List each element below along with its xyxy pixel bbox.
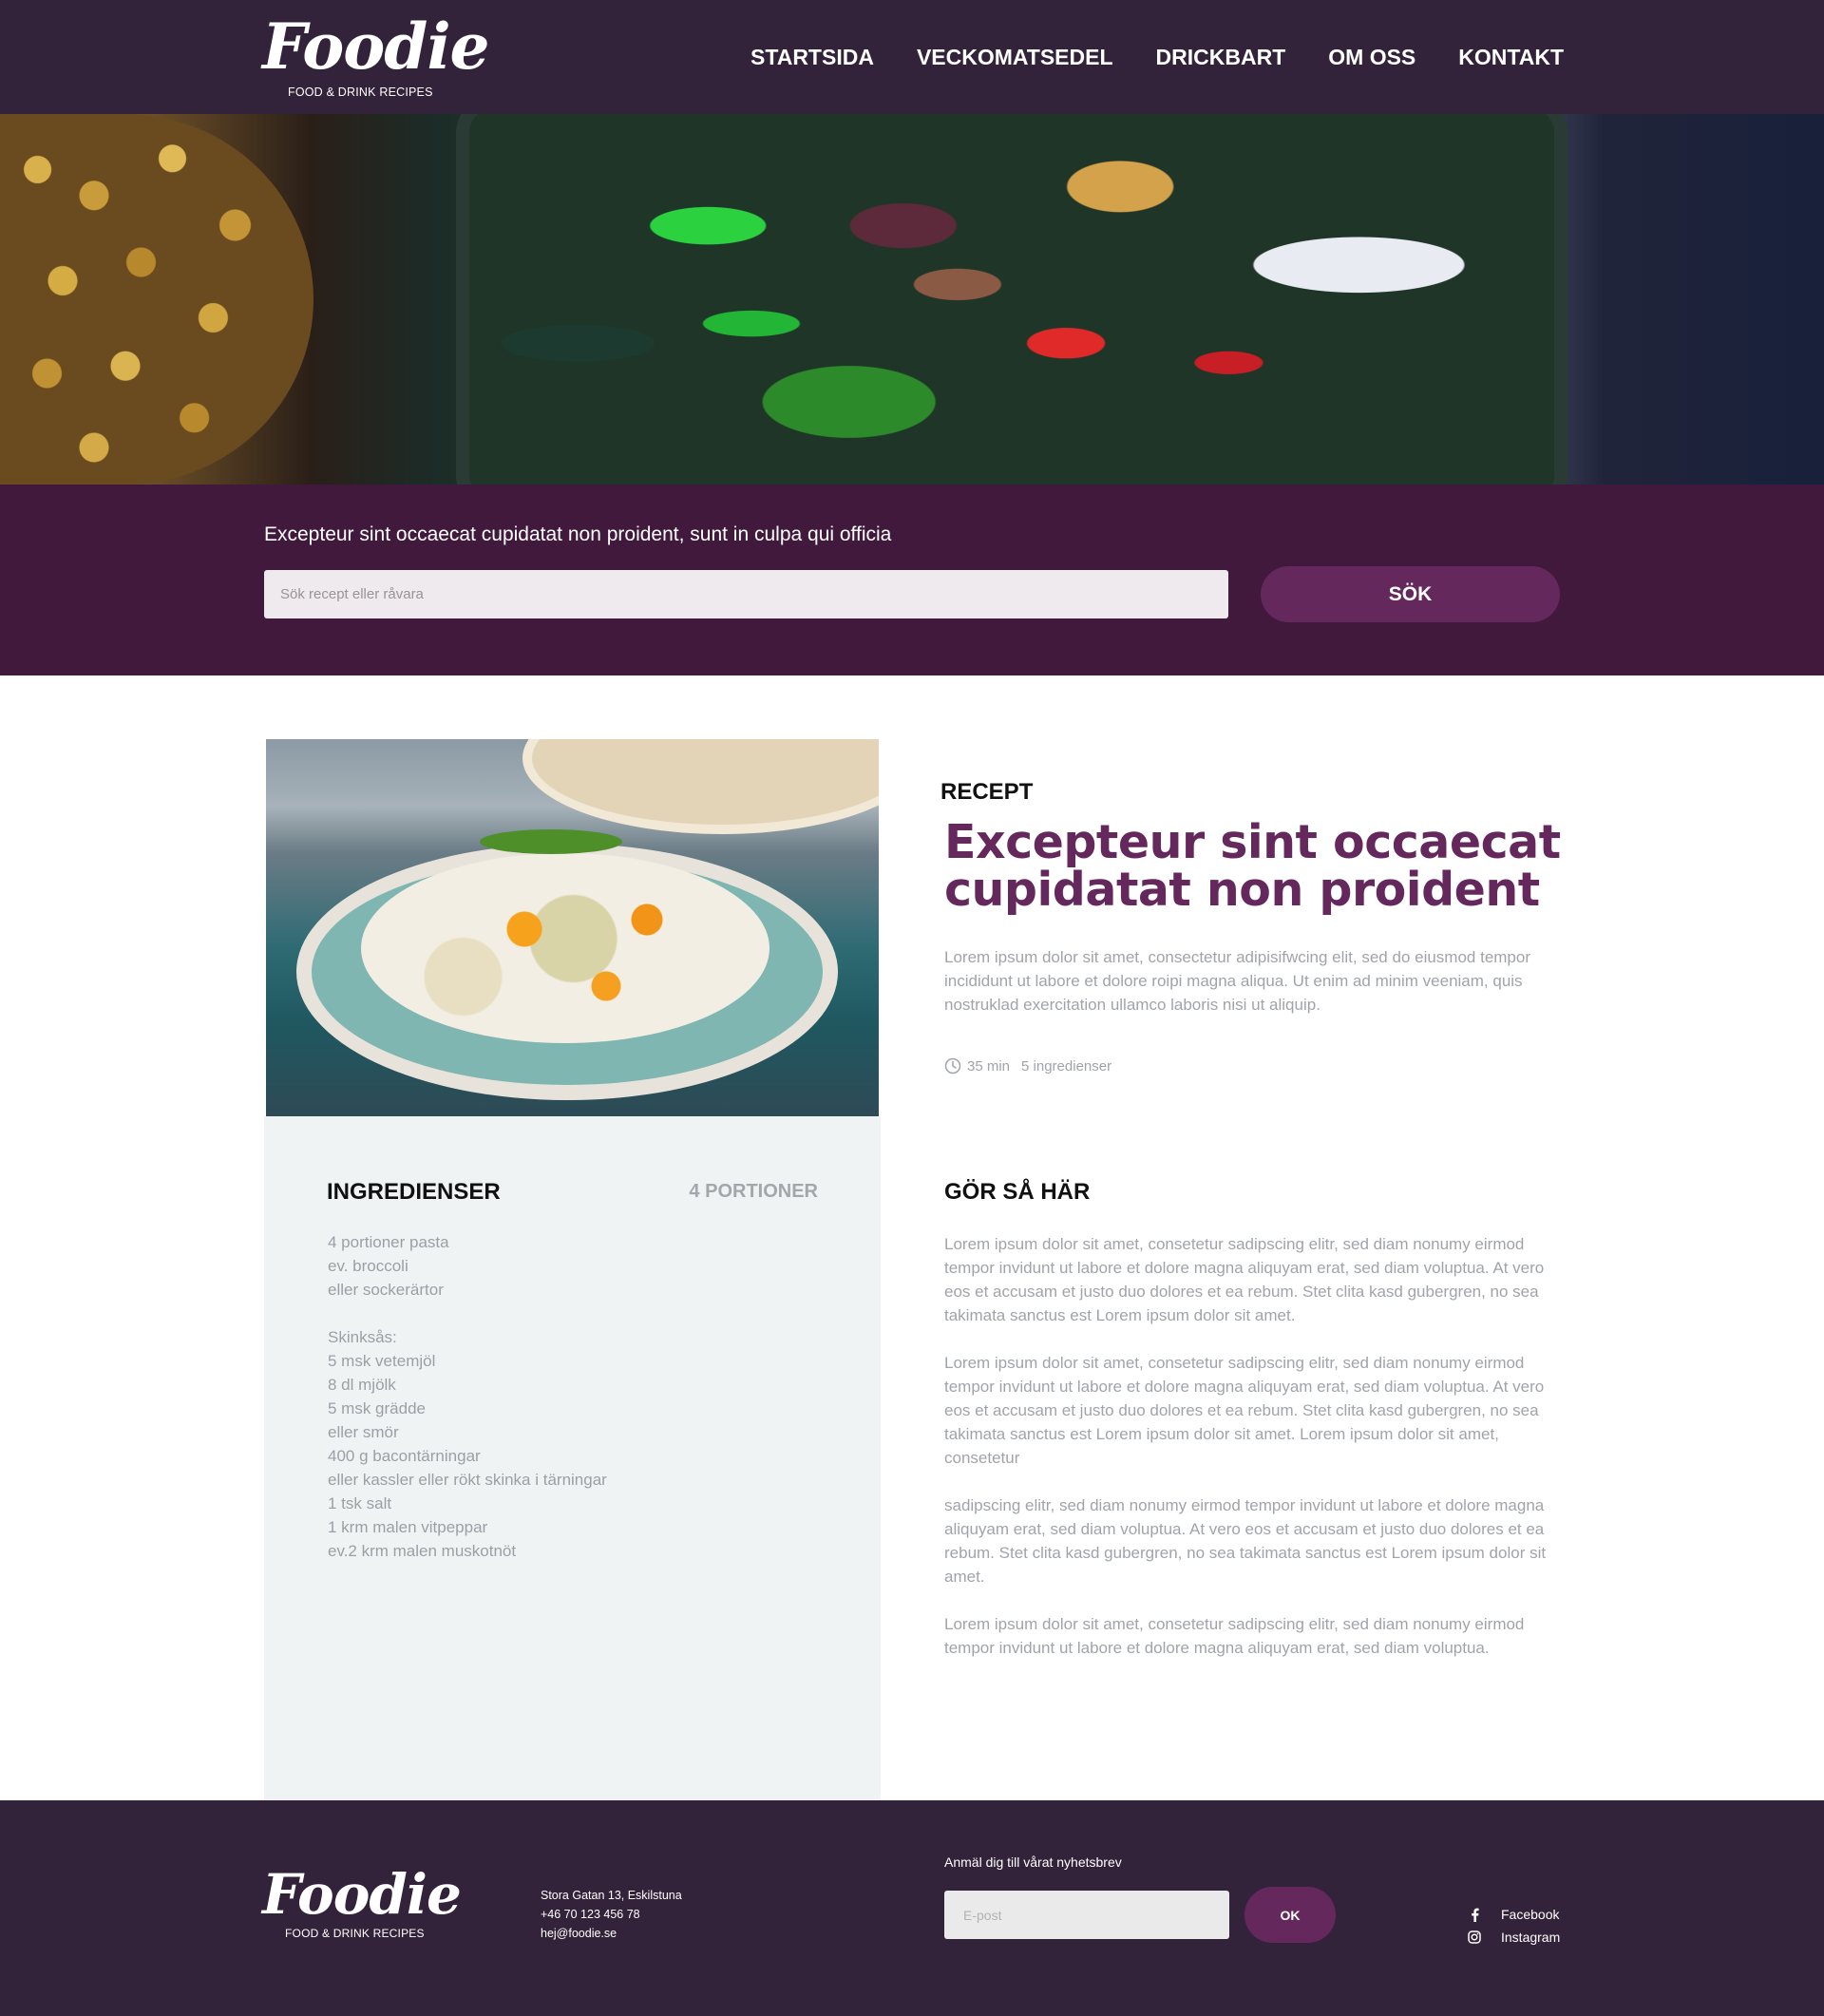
newsletter-submit-button[interactable]: OK (1244, 1887, 1336, 1943)
ingredient-item: ev.2 krm malen muskotnöt (328, 1542, 517, 1560)
ingredient-item: 1 tsk salt (328, 1494, 392, 1512)
search-tagline: Excepteur sint occaecat cupidatat non pr… (264, 523, 892, 545)
nav-item-drickbart[interactable]: DRICKBART (1156, 45, 1286, 70)
site-footer: Foodie FOOD & DRINK RECIPES Stora Gatan … (0, 1800, 1824, 2016)
photo-risotto (361, 853, 770, 1043)
ingredients-title: INGREDIENSER (327, 1179, 501, 1205)
hero-image (0, 114, 1824, 485)
recipe-description: Lorem ipsum dolor sit amet, consectetur … (944, 948, 1531, 1014)
ingredients-panel: INGREDIENSER 4 PORTIONER 4 portioner pas… (264, 1116, 881, 1800)
site-header: Foodie FOOD & DRINK RECIPES STARTSIDA VE… (0, 0, 1824, 114)
hero-salad-bowl (456, 114, 1568, 485)
social-link-facebook[interactable]: Facebook (1465, 1903, 1560, 1926)
logo-wordmark: Foodie (262, 10, 490, 84)
footer-logo-tagline: FOOD & DRINK RECIPES (285, 1927, 425, 1940)
step-paragraph: Lorem ipsum dolor sit amet, consetetur s… (944, 1235, 1545, 1324)
nav-item-startsida[interactable]: STARTSIDA (750, 45, 874, 70)
ingredients-portions: 4 PORTIONER (689, 1181, 818, 1202)
search-button[interactable]: SÖK (1261, 566, 1560, 622)
ingredient-item: 4 portioner pasta (328, 1233, 449, 1251)
step-paragraph: Lorem ipsum dolor sit amet, consetetur s… (944, 1354, 1545, 1467)
ingredient-subheading: Skinksås: (328, 1328, 397, 1346)
instagram-icon (1465, 1930, 1484, 1944)
photo-background-bowl (522, 739, 879, 834)
clock-icon (944, 1057, 961, 1075)
nav-item-om-oss[interactable]: OM OSS (1328, 45, 1416, 70)
step-paragraph: sadipscing elitr, sed diam nonumy eirmod… (944, 1496, 1547, 1586)
steps-title: GÖR SÅ HÄR (944, 1179, 1091, 1205)
ingredient-item: 8 dl mjölk (328, 1376, 396, 1394)
footer-address: Stora Gatan 13, Eskilstuna (541, 1889, 682, 1902)
footer-logo-wordmark: Foodie (262, 1862, 462, 1927)
nav-item-kontakt[interactable]: KONTAKT (1458, 45, 1564, 70)
step-paragraph: Lorem ipsum dolor sit amet, consetetur s… (944, 1615, 1525, 1657)
footer-phone: +46 70 123 456 78 (541, 1908, 640, 1921)
steps-body: Lorem ipsum dolor sit amet, consetetur s… (944, 1232, 1552, 1683)
footer-email[interactable]: hej@foodie.se (541, 1924, 682, 1943)
search-section: Excepteur sint occaecat cupidatat non pr… (0, 485, 1824, 675)
recipe-title: Excepteur sint occaecat cupidatat non pr… (944, 815, 1561, 917)
recipe-label: RECEPT (940, 779, 1034, 805)
social-label-facebook: Facebook (1501, 1907, 1560, 1922)
recipe-ingredient-count: 5 ingredienser (1021, 1057, 1112, 1075)
ingredient-item: ev. broccoli (328, 1257, 408, 1275)
search-input[interactable] (264, 570, 1228, 618)
facebook-icon (1465, 1908, 1484, 1922)
nav-item-veckomatsedel[interactable]: VECKOMATSEDEL (917, 45, 1113, 70)
newsletter-email-input[interactable] (944, 1891, 1229, 1939)
recipe-time: 35 min (967, 1057, 1011, 1075)
site-logo[interactable]: Foodie FOOD & DRINK RECIPES (262, 15, 490, 103)
photo-dill-garnish (480, 829, 622, 854)
ingredient-item: 400 g bacontärningar (328, 1447, 481, 1465)
hero-chickpea-bowl (0, 114, 314, 485)
main-nav: STARTSIDA VECKOMATSEDEL DRICKBART OM OSS… (750, 0, 1564, 114)
footer-contact: Stora Gatan 13, Eskilstuna +46 70 123 45… (541, 1886, 682, 1943)
footer-logo[interactable]: Foodie FOOD & DRINK RECIPES (262, 1867, 462, 1943)
newsletter-label: Anmäl dig till vårat nyhetsbrev (944, 1854, 1122, 1870)
social-label-instagram: Instagram (1501, 1930, 1561, 1945)
recipe-photo (266, 739, 879, 1116)
ingredient-item: eller sockerärtor (328, 1281, 444, 1299)
social-link-instagram[interactable]: Instagram (1465, 1926, 1560, 1949)
ingredient-item: 1 krm malen vitpeppar (328, 1518, 488, 1536)
ingredient-item: 5 msk vetemjöl (328, 1352, 436, 1370)
ingredient-spacer (328, 1302, 607, 1325)
ingredient-item: eller kassler eller rökt skinka i tärnin… (328, 1471, 607, 1489)
ingredients-list: 4 portioner pasta ev. broccoli eller soc… (328, 1230, 607, 1563)
social-links: Facebook Instagram (1465, 1903, 1560, 1949)
logo-tagline: FOOD & DRINK RECIPES (288, 86, 433, 99)
recipe-meta: 35 min 5 ingredienser (944, 1057, 1112, 1075)
ingredient-item: 5 msk grädde (328, 1399, 426, 1417)
ingredient-item: eller smör (328, 1423, 399, 1441)
